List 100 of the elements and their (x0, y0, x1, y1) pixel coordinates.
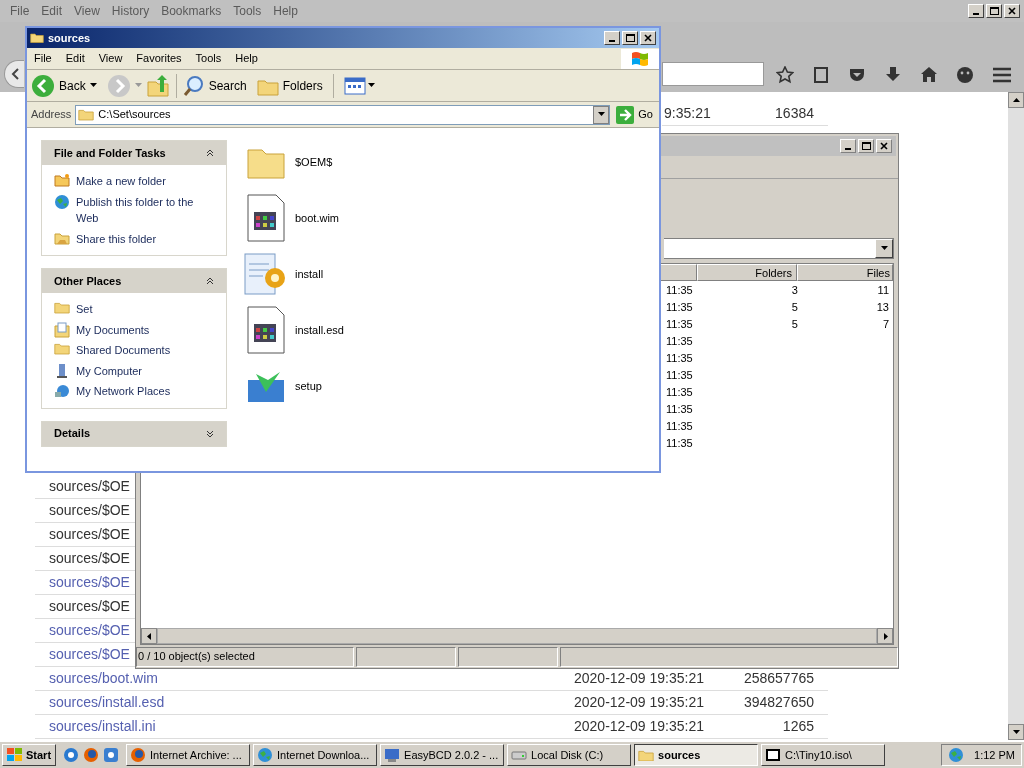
menu-item[interactable]: History (105, 2, 156, 20)
menu-item[interactable]: Help (228, 50, 265, 67)
path-combo[interactable] (664, 238, 894, 259)
file-label[interactable]: $OEM$ (295, 153, 333, 171)
menu-item[interactable]: Tools (188, 50, 229, 67)
files-cell: 7 (882, 318, 889, 331)
column-header[interactable]: Folders (697, 264, 797, 281)
download-icon[interactable] (884, 66, 902, 84)
smiley-icon[interactable] (956, 66, 974, 84)
expand-icon[interactable] (206, 429, 214, 438)
file-label[interactable]: install (295, 265, 324, 283)
close-button[interactable] (876, 139, 892, 153)
panel-header[interactable]: Details (42, 421, 226, 446)
taskbar-button[interactable]: sources (634, 744, 759, 766)
folders-button[interactable]: Folders (256, 75, 323, 96)
maximize-button[interactable] (986, 4, 1002, 18)
shared-folder-icon (54, 230, 70, 245)
disk-image-file-icon (246, 194, 286, 242)
vertical-scrollbar[interactable] (1008, 92, 1024, 740)
close-button[interactable] (1004, 4, 1020, 18)
size-cell-text: 258657765 (742, 669, 814, 688)
file-label[interactable]: install.esd (295, 321, 344, 339)
panel-header[interactable]: File and Folder Tasks (42, 141, 226, 165)
maximize-icon (625, 34, 635, 42)
file-link[interactable]: sources/$OE (49, 572, 130, 593)
file-link[interactable]: sources/boot.wim (49, 668, 158, 689)
menu-item[interactable]: View (91, 50, 130, 67)
minimize-button[interactable] (604, 31, 620, 45)
task-link[interactable]: Publish this folder to the Web (76, 193, 218, 227)
back-button[interactable]: Back (31, 73, 99, 98)
maximize-button[interactable] (622, 31, 638, 45)
taskbar-button[interactable]: Local Disk (C:) (507, 744, 632, 766)
back-button[interactable] (4, 60, 24, 88)
start-button[interactable]: Start (2, 744, 57, 766)
menu-item[interactable]: Edit (35, 2, 69, 20)
collapse-icon[interactable] (206, 149, 214, 157)
scroll-left-button[interactable] (141, 628, 157, 644)
disk-image-file-icon (246, 306, 286, 354)
file-label[interactable]: boot.wim (295, 209, 340, 227)
file-label[interactable]: setup (295, 377, 322, 395)
close-button[interactable] (640, 31, 656, 45)
menu-item[interactable]: File (4, 2, 36, 20)
menu-item[interactable]: Bookmarks (155, 2, 228, 20)
app-icon[interactable] (103, 747, 120, 763)
task-link[interactable]: My Computer (76, 362, 143, 379)
size-cell-text: 1265 (781, 717, 814, 736)
folders-cell: 5 (791, 318, 798, 331)
taskbar-button[interactable]: C:\Tiny10.iso\ (761, 744, 886, 766)
scroll-down-button[interactable] (1008, 724, 1024, 740)
taskbar-button[interactable]: Internet Downloa... (253, 744, 378, 766)
address-field[interactable]: C:\Set\sources (75, 104, 611, 125)
url-field[interactable] (662, 62, 764, 86)
browser-icon[interactable] (63, 747, 80, 763)
files-cell: 13 (876, 301, 889, 314)
minimize-button[interactable] (840, 139, 856, 153)
folder-icon (54, 301, 70, 314)
menu-icon[interactable] (992, 66, 1012, 84)
task-link[interactable]: My Documents (76, 321, 150, 338)
menu-item[interactable]: Edit (58, 50, 92, 67)
network-icon (54, 383, 70, 399)
scroll-right-button[interactable] (877, 628, 893, 644)
menu-item[interactable]: Favorites (129, 50, 189, 67)
size-cell-text: 16384 (775, 104, 814, 123)
taskbar-button[interactable]: Internet Archive: ... (126, 744, 251, 766)
files-cell: 11 (877, 284, 889, 297)
panel-header[interactable]: Other Places (42, 269, 226, 293)
minimize-button[interactable] (968, 4, 984, 18)
home-icon[interactable] (920, 66, 938, 84)
taskbar-button[interactable]: EasyBCD 2.0.2 - ... (380, 744, 505, 766)
file-link[interactable]: sources/install.ini (49, 716, 156, 737)
task-link[interactable]: My Network Places (76, 383, 171, 400)
maximize-button[interactable] (858, 139, 874, 153)
task-link[interactable]: Share this folder (76, 230, 157, 247)
search-button[interactable]: Search (182, 74, 247, 97)
file-link[interactable]: sources/$OE (49, 620, 130, 641)
menu-item[interactable]: File (27, 50, 59, 67)
date-cell-text: 9:35:21 (664, 104, 711, 123)
left-arrow-icon (145, 632, 153, 640)
pocket-icon[interactable] (848, 66, 866, 84)
go-button[interactable]: Go (614, 105, 655, 124)
menu-item[interactable]: Tools (227, 2, 268, 20)
chevron-left-icon (9, 68, 20, 80)
file-link[interactable]: sources/$OE (49, 644, 130, 665)
collapse-icon[interactable] (206, 277, 214, 285)
task-link[interactable]: Set (76, 301, 93, 318)
views-button[interactable] (343, 76, 375, 95)
reader-icon[interactable] (812, 66, 830, 84)
size-cell-text: 394827650 (742, 693, 814, 712)
folders-cell: 5 (791, 301, 798, 314)
arrow-right-icon (616, 105, 635, 124)
menu-item[interactable]: View (68, 2, 106, 20)
task-link[interactable]: Make a new folder (76, 173, 166, 190)
scroll-up-button[interactable] (1008, 92, 1024, 108)
documents-icon (54, 321, 70, 338)
star-icon[interactable] (776, 66, 794, 84)
status-text: 0 / 10 object(s) selected (136, 647, 354, 667)
task-link[interactable]: Shared Documents (76, 342, 171, 359)
menu-item[interactable]: Help (267, 2, 304, 20)
column-header[interactable]: Files (797, 264, 893, 281)
file-link[interactable]: sources/install.esd (49, 692, 165, 713)
